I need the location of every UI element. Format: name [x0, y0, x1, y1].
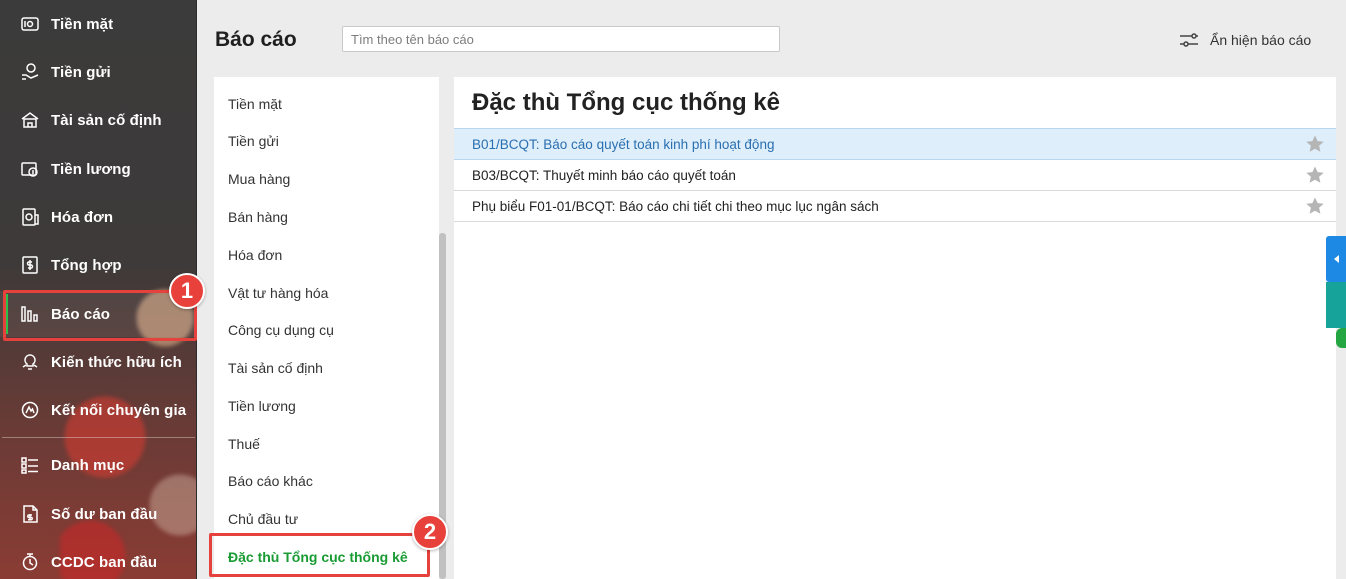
category-item-cash[interactable]: Tiền mặt: [228, 96, 282, 112]
sidebar-item-label: Tiền lương: [51, 160, 131, 178]
invoice-icon: [20, 207, 40, 227]
sidebar-divider: [2, 437, 195, 438]
favorite-star-icon[interactable]: [1305, 134, 1325, 154]
category-item-tools[interactable]: Công cụ dụng cụ: [228, 322, 334, 338]
lightbulb-icon: [20, 352, 40, 372]
category-item-inventory[interactable]: Vật tư hàng hóa: [228, 285, 328, 301]
salary-icon: [20, 159, 40, 179]
report-row-label: B01/BCQT: Báo cáo quyết toán kinh phí ho…: [472, 136, 775, 152]
catalog-icon: [20, 455, 40, 475]
sidebar-item-salary[interactable]: Tiền lương: [0, 146, 196, 192]
tools-icon: [20, 552, 40, 572]
sidebar-item-label: Tổng hợp: [51, 256, 122, 274]
side-tab-green[interactable]: [1336, 328, 1346, 348]
search-input[interactable]: [342, 26, 780, 52]
fixed-asset-icon: [20, 110, 40, 130]
sidebar-item-catalog[interactable]: Danh mục: [0, 442, 196, 488]
report-row-b01[interactable]: B01/BCQT: Báo cáo quyết toán kinh phí ho…: [454, 128, 1336, 160]
sidebar-item-label: Kiến thức hữu ích: [51, 353, 182, 371]
sidebar-item-cash[interactable]: Tiền mặt: [0, 1, 196, 47]
sidebar-item-report[interactable]: Báo cáo: [0, 291, 196, 337]
cash-icon: [20, 14, 40, 34]
sidebar-item-fixed-asset[interactable]: Tài sản cố định: [0, 97, 196, 143]
favorite-star-icon[interactable]: [1305, 196, 1325, 216]
deposit-icon: [20, 62, 40, 82]
report-section-title: Đặc thù Tổng cục thống kê: [472, 89, 781, 116]
category-item-investor[interactable]: Chủ đầu tư: [228, 511, 298, 527]
category-item-tax[interactable]: Thuế: [228, 436, 260, 452]
category-item-deposit[interactable]: Tiền gửi: [228, 133, 279, 149]
report-list-panel: Đặc thù Tổng cục thống kê B01/BCQT: Báo …: [454, 77, 1336, 579]
toggle-reports-label: Ẩn hiện báo cáo: [1210, 32, 1312, 48]
report-row-label: B03/BCQT: Thuyết minh báo cáo quyết toán: [472, 167, 736, 183]
sidebar-item-label: Kết nối chuyên gia: [51, 401, 187, 419]
sidebar-item-invoice[interactable]: Hóa đơn: [0, 194, 196, 240]
report-category-list: Tiền mặt Tiền gửi Mua hàng Bán hàng Hóa …: [214, 77, 439, 579]
sidebar: Tiền mặt Tiền gửi Tài sản cố định Tiền l…: [0, 0, 197, 579]
sidebar-item-label: Tài sản cố định: [51, 111, 162, 129]
callout-badge-1: 1: [169, 273, 205, 309]
sidebar-item-label: Báo cáo: [51, 305, 111, 323]
sidebar-item-summary[interactable]: Tổng hợp: [0, 242, 196, 288]
category-item-salary[interactable]: Tiền lương: [228, 398, 296, 414]
category-item-statistics-office[interactable]: Đặc thù Tổng cục thống kê: [228, 549, 408, 565]
report-row-label: Phụ biểu F01-01/BCQT: Báo cáo chi tiết c…: [472, 198, 879, 214]
sidebar-item-label: CCDC ban đầu: [51, 553, 158, 571]
sidebar-item-label: Hóa đơn: [51, 208, 114, 226]
summary-icon: [20, 255, 40, 275]
sidebar-item-label: Số dư ban đầu: [51, 505, 158, 523]
report-row-f01-01[interactable]: Phụ biểu F01-01/BCQT: Báo cáo chi tiết c…: [454, 191, 1336, 222]
opening-balance-icon: [20, 504, 40, 524]
category-item-purchase[interactable]: Mua hàng: [228, 171, 290, 187]
side-tab-teal[interactable]: [1326, 282, 1346, 328]
sliders-icon: [1178, 29, 1200, 51]
sidebar-item-label: Tiền gửi: [51, 63, 111, 81]
sidebar-item-label: Tiền mặt: [51, 15, 114, 33]
sidebar-item-opening-balance[interactable]: Số dư ban đầu: [0, 491, 196, 537]
toggle-reports-button[interactable]: Ẩn hiện báo cáo: [1178, 28, 1311, 52]
arrow-left-icon: [1334, 255, 1339, 263]
favorite-star-icon[interactable]: [1305, 165, 1325, 185]
sidebar-item-knowledge[interactable]: Kiến thức hữu ích: [0, 339, 196, 385]
collapse-panel-tab[interactable]: [1326, 236, 1346, 282]
sidebar-item-tools[interactable]: CCDC ban đầu: [0, 539, 196, 579]
expert-connect-icon: [20, 400, 40, 420]
category-item-sales[interactable]: Bán hàng: [228, 209, 288, 225]
category-item-other-reports[interactable]: Báo cáo khác: [228, 473, 313, 489]
category-item-invoice[interactable]: Hóa đơn: [228, 247, 282, 263]
page-title: Báo cáo: [215, 28, 297, 51]
sidebar-item-expert[interactable]: Kết nối chuyên gia: [0, 387, 196, 433]
category-item-fixed-asset[interactable]: Tài sản cố định: [228, 360, 323, 376]
report-row-b03[interactable]: B03/BCQT: Thuyết minh báo cáo quyết toán: [454, 160, 1336, 191]
sidebar-item-deposit[interactable]: Tiền gửi: [0, 49, 196, 95]
sidebar-item-label: Danh mục: [51, 456, 125, 474]
report-chart-icon: [20, 304, 40, 324]
callout-badge-2: 2: [412, 514, 448, 550]
